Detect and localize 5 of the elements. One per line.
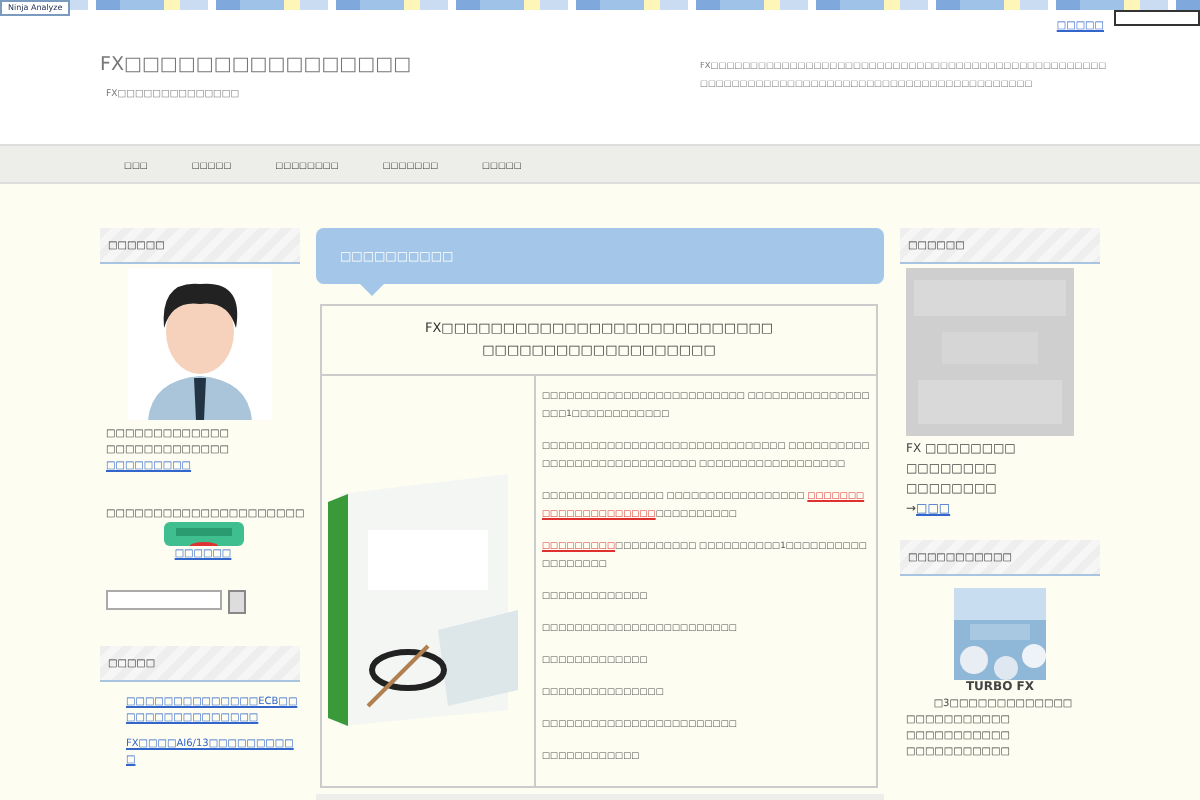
- site-title[interactable]: FX□□□□□□□□□□□□□□□□: [100, 54, 700, 76]
- search-button[interactable]: [228, 590, 246, 614]
- search-field[interactable]: [106, 590, 222, 610]
- speech-tail: [360, 284, 384, 296]
- input-field[interactable]: [1114, 10, 1200, 26]
